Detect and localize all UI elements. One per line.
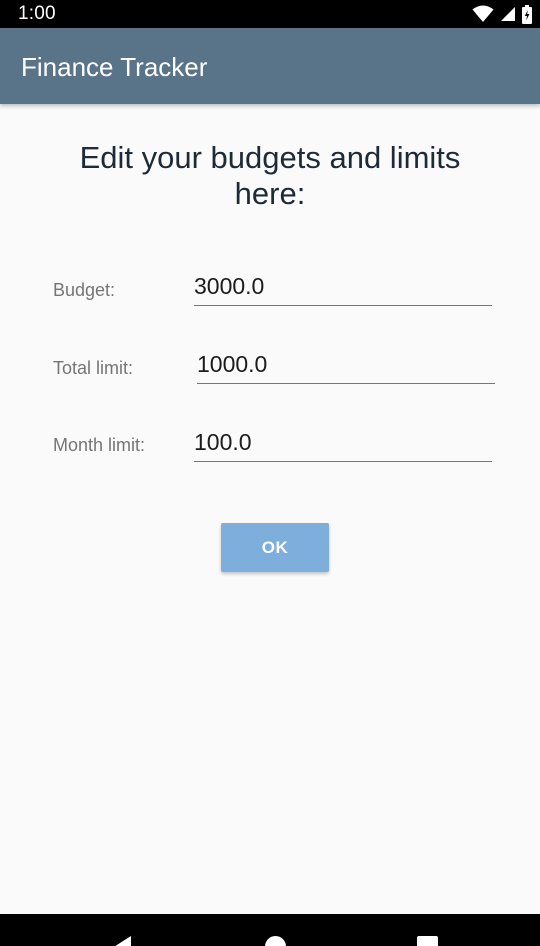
status-icons — [472, 4, 532, 24]
ok-button[interactable]: OK — [221, 523, 329, 572]
month-limit-value: 100.0 — [194, 429, 252, 455]
status-time: 1:00 — [18, 3, 56, 24]
home-icon[interactable] — [265, 936, 286, 946]
budget-value: 3000.0 — [194, 273, 265, 299]
battery-icon — [522, 4, 532, 24]
wifi-icon — [472, 5, 494, 22]
app-bar: Finance Tracker — [0, 28, 540, 104]
page-heading-line2: here: — [234, 176, 306, 211]
signal-icon — [501, 7, 515, 21]
total-limit-value: 1000.0 — [197, 351, 268, 377]
total-limit-input[interactable]: 1000.0 — [197, 345, 495, 384]
month-limit-input[interactable]: 100.0 — [194, 423, 492, 462]
month-limit-label: Month limit: — [53, 435, 146, 455]
recents-icon[interactable] — [417, 936, 438, 946]
total-limit-label: Total limit: — [53, 358, 134, 378]
status-bar: 1:00 — [0, 0, 540, 28]
app-title: Finance Tracker — [21, 52, 208, 82]
page-heading-line1: Edit your budgets and limits — [79, 140, 461, 175]
budget-label: Budget: — [53, 280, 116, 300]
back-icon[interactable] — [109, 936, 131, 946]
page-heading: Edit your budgets and limits here: — [0, 140, 540, 212]
budget-input[interactable]: 3000.0 — [194, 267, 492, 306]
navigation-bar — [0, 914, 540, 946]
